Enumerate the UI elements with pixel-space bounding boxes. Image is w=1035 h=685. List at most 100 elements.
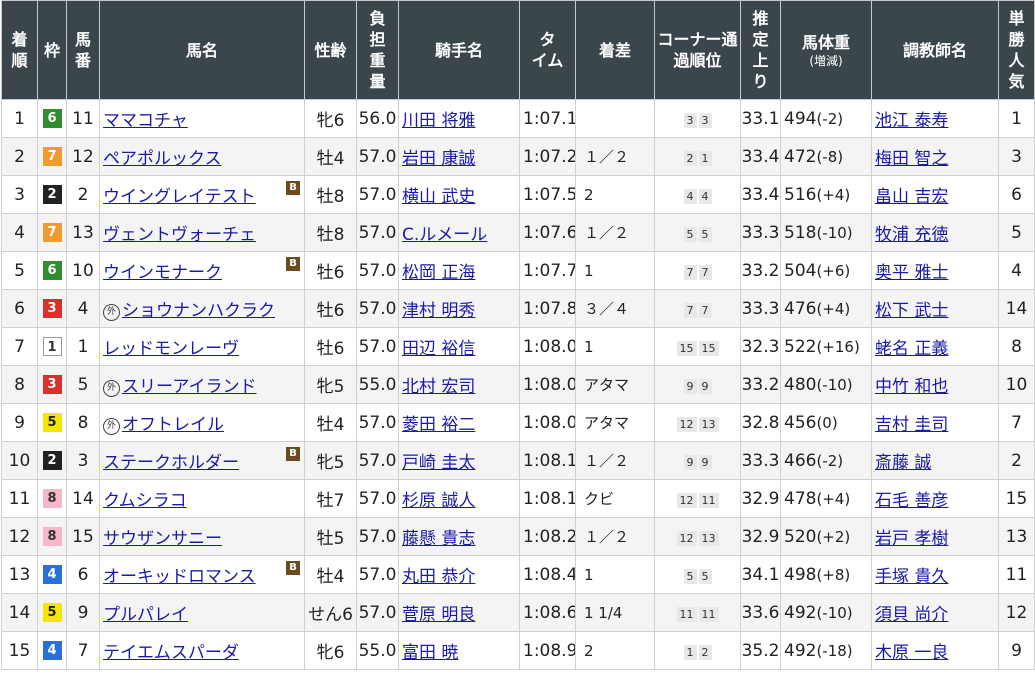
trainer-link[interactable]: 吉村 圭司 bbox=[875, 415, 948, 435]
weight-cell: 57.0 bbox=[356, 175, 399, 214]
trainer-link[interactable]: 斎藤 誠 bbox=[875, 453, 931, 473]
jockey-link[interactable]: 川田 将雅 bbox=[402, 111, 475, 131]
trainer-cell: 須貝 尚介 bbox=[871, 593, 999, 632]
horse-name-link[interactable]: オーキッドロマンス bbox=[103, 567, 256, 587]
jockey-cell: 津村 明秀 bbox=[398, 289, 520, 328]
sexage-cell: 牝6 bbox=[304, 99, 357, 138]
popularity-cell: 4 bbox=[998, 251, 1035, 290]
header-margin: 着差 bbox=[575, 0, 655, 100]
jockey-link[interactable]: 津村 明秀 bbox=[402, 301, 475, 321]
bodyweight-diff: (-8) bbox=[816, 147, 844, 166]
sexage-cell: 牝5 bbox=[304, 365, 357, 404]
jockey-link[interactable]: 横山 武史 bbox=[402, 187, 475, 207]
rank-cell: 13 bbox=[1, 555, 38, 594]
horse-name-link[interactable]: サウザンサニー bbox=[103, 529, 222, 549]
horse-name-link[interactable]: プルパレイ bbox=[103, 605, 188, 625]
rank-cell: 15 bbox=[1, 631, 38, 670]
horse-name-link[interactable]: ステークホルダー bbox=[103, 453, 239, 473]
waku-cell: 3 bbox=[37, 365, 67, 404]
trainer-link[interactable]: 中竹 和也 bbox=[875, 377, 948, 397]
trainer-link[interactable]: 松下 武士 bbox=[875, 301, 948, 321]
trainer-link[interactable]: 蛯名 正義 bbox=[875, 339, 948, 359]
popularity-cell: 13 bbox=[998, 517, 1035, 556]
horse-name-link[interactable]: ショウナンハクラク bbox=[122, 301, 275, 321]
corner-cell: 77 bbox=[654, 289, 741, 328]
jockey-link[interactable]: 松岡 正海 bbox=[402, 263, 475, 283]
trainer-link[interactable]: 須貝 尚介 bbox=[875, 605, 948, 625]
last3f-cell: 32.8 bbox=[740, 403, 781, 442]
trainer-link[interactable]: 奥平 雅士 bbox=[875, 263, 948, 283]
waku-cell: 8 bbox=[37, 517, 67, 556]
jockey-cell: 戸崎 圭太 bbox=[398, 441, 520, 480]
horse-name-link[interactable]: スリーアイランド bbox=[122, 377, 256, 397]
jockey-link[interactable]: 戸崎 圭太 bbox=[402, 453, 475, 473]
jockey-link[interactable]: 富田 暁 bbox=[402, 643, 458, 663]
horse-name-link[interactable]: レッドモンレーヴ bbox=[103, 339, 239, 359]
horse-name-link[interactable]: ウインモナーク bbox=[103, 263, 222, 283]
corner-2: 13 bbox=[698, 530, 719, 546]
trainer-link[interactable]: 岩戸 孝樹 bbox=[875, 529, 948, 549]
trainer-link[interactable]: 池江 泰寿 bbox=[875, 111, 948, 131]
last3f-cell: 33.4 bbox=[740, 175, 781, 214]
blinker-icon: B bbox=[286, 561, 300, 575]
popularity-cell: 9 bbox=[998, 631, 1035, 670]
popularity-cell: 14 bbox=[998, 289, 1035, 328]
bodyweight-value: 522 bbox=[784, 336, 817, 357]
horse-name-link[interactable]: オフトレイル bbox=[122, 415, 224, 435]
jockey-link[interactable]: 菱田 裕二 bbox=[402, 415, 475, 435]
corner-2: 9 bbox=[698, 378, 712, 394]
weight-cell: 56.0 bbox=[356, 99, 399, 138]
time-cell: 1:08.0 bbox=[519, 327, 576, 366]
horse-name-link[interactable]: ヴェントヴォーチェ bbox=[103, 225, 256, 245]
waku-cell: 6 bbox=[37, 251, 67, 290]
bodyweight-value: 492 bbox=[784, 602, 817, 623]
bodyweight-cell: 504(+6) bbox=[780, 251, 872, 290]
corner-1: 1 bbox=[683, 644, 697, 660]
rank-cell: 14 bbox=[1, 593, 38, 632]
horse-name-link[interactable]: ペアポルックス bbox=[103, 149, 222, 169]
horse-name-cell: 外オフトレイル bbox=[99, 403, 305, 442]
jockey-link[interactable]: C.ルメール bbox=[402, 225, 487, 245]
trainer-link[interactable]: 梅田 智之 bbox=[875, 149, 948, 169]
waku-cell: 2 bbox=[37, 175, 67, 214]
popularity-cell: 6 bbox=[998, 175, 1035, 214]
horse-name-cell: テイエムスパーダ bbox=[99, 631, 305, 670]
header-row: 着順 枠 馬番 馬名 性齢 負担重量 騎手名 タイム 着差 コーナー通過順位 推… bbox=[1, 0, 1035, 100]
trainer-link[interactable]: 牧浦 充徳 bbox=[875, 225, 948, 245]
horse-name-cell: レッドモンレーヴ bbox=[99, 327, 305, 366]
horse-name-link[interactable]: テイエムスパーダ bbox=[103, 643, 239, 663]
horse-name-link[interactable]: クムシラコ bbox=[103, 491, 187, 511]
weight-cell: 57.0 bbox=[356, 555, 399, 594]
trainer-cell: 吉村 圭司 bbox=[871, 403, 999, 442]
jockey-link[interactable]: 北村 宏司 bbox=[402, 377, 475, 397]
trainer-link[interactable]: 石毛 善彦 bbox=[875, 491, 948, 511]
corner-1: 2 bbox=[683, 150, 697, 166]
horse-name-link[interactable]: ウイングレイテスト bbox=[103, 187, 256, 207]
jockey-cell: 川田 将雅 bbox=[398, 99, 520, 138]
corner-1: 9 bbox=[683, 454, 697, 470]
bodyweight-cell: 472(-8) bbox=[780, 137, 872, 176]
waku-badge: 7 bbox=[42, 147, 62, 166]
jockey-link[interactable]: 丸田 恭介 bbox=[402, 567, 475, 587]
horse-name-cell: サウザンサニー bbox=[99, 517, 305, 556]
jockey-cell: 杉原 誠人 bbox=[398, 479, 520, 518]
jockey-link[interactable]: 藤懸 貴志 bbox=[402, 529, 475, 549]
trainer-link[interactable]: 手塚 貴久 bbox=[875, 567, 948, 587]
jockey-cell: 横山 武史 bbox=[398, 175, 520, 214]
trainer-link[interactable]: 畠山 吉宏 bbox=[875, 187, 948, 207]
jockey-link[interactable]: 菅原 明良 bbox=[402, 605, 475, 625]
trainer-link[interactable]: 木原 一良 bbox=[875, 643, 948, 663]
horse-name-cell: 外ショウナンハクラク bbox=[99, 289, 305, 328]
waku-badge: 8 bbox=[42, 489, 62, 508]
bodyweight-diff: (+16) bbox=[816, 337, 860, 356]
rank-cell: 9 bbox=[1, 403, 38, 442]
jockey-link[interactable]: 杉原 誠人 bbox=[402, 491, 475, 511]
last3f-cell: 33.6 bbox=[740, 593, 781, 632]
jockey-link[interactable]: 田辺 裕信 bbox=[402, 339, 475, 359]
jockey-link[interactable]: 岩田 康誠 bbox=[402, 149, 475, 169]
horse-name-link[interactable]: ママコチャ bbox=[103, 111, 188, 131]
corner-1: 12 bbox=[676, 416, 697, 432]
rank-cell: 3 bbox=[1, 175, 38, 214]
waku-cell: 5 bbox=[37, 593, 67, 632]
bodyweight-diff: (+2) bbox=[816, 527, 851, 546]
